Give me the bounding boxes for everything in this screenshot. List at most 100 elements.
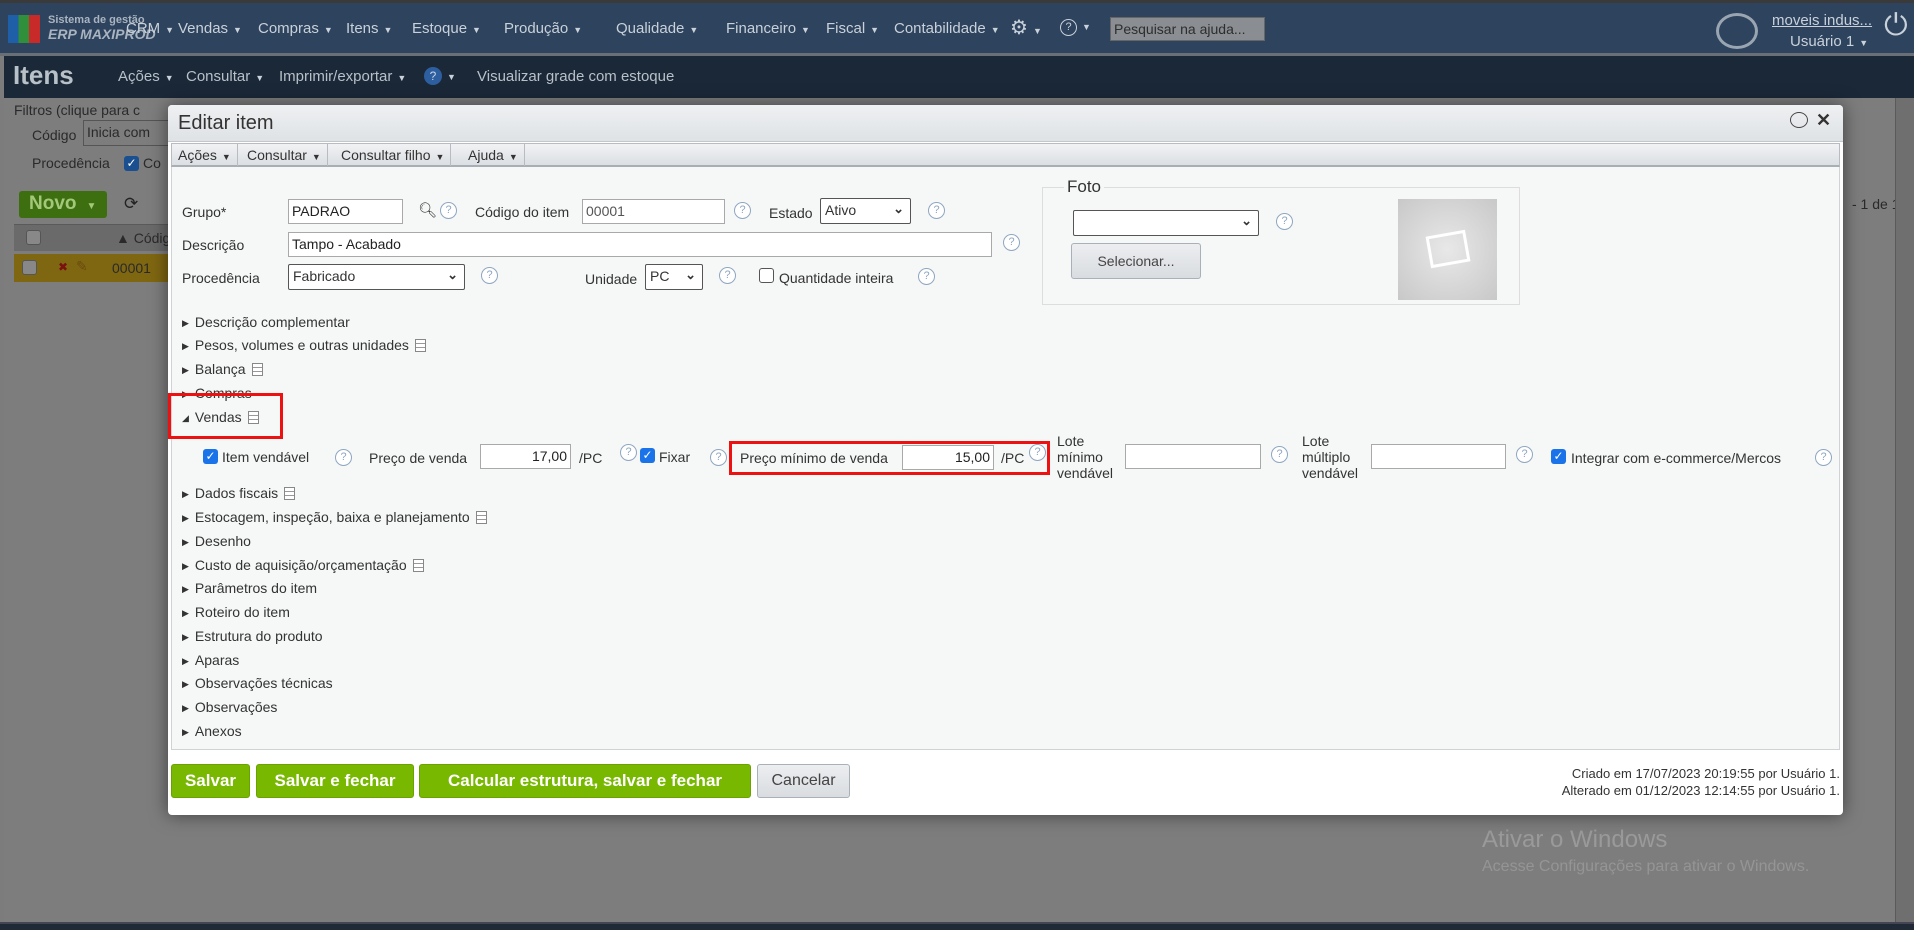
foto-select[interactable]: ⌄ [1073, 210, 1259, 236]
section-aparas[interactable]: ▶ Aparas [182, 652, 239, 668]
fixar-checkbox[interactable]: ✓ [640, 448, 655, 463]
section-parametros[interactable]: ▶ Parâmetros do item [182, 580, 317, 596]
cancel-button[interactable]: Cancelar [757, 764, 850, 798]
section-observacoes[interactable]: ▶ Observações [182, 699, 277, 715]
section-dados-fiscais[interactable]: ▶ Dados fiscais [182, 485, 296, 501]
section-observacoes-tecnicas[interactable]: ▶ Observações técnicas [182, 675, 333, 691]
qtd-inteira-checkbox[interactable] [759, 268, 774, 283]
page-menu-acoes[interactable]: Ações ▼ [118, 68, 174, 85]
help-icon[interactable]: ? [1276, 213, 1293, 230]
toolbar-consultar-filho[interactable]: Consultar filho ▼ [335, 144, 452, 166]
windows-watermark-title: Ativar o Windows [1482, 826, 1668, 853]
help-icon[interactable]: ? [719, 267, 736, 284]
calc-save-close-button[interactable]: Calcular estrutura, salvar e fechar [419, 764, 751, 798]
filter-proc-label: Procedência [32, 155, 110, 171]
help-search-input[interactable]: Pesquisar na ajuda... [1110, 17, 1265, 41]
help-icon[interactable]: ? [734, 202, 751, 219]
section-custo[interactable]: ▶ Custo de aquisição/orçamentação [182, 557, 424, 573]
save-close-button[interactable]: Salvar e fechar [256, 764, 414, 798]
toolbar-consultar[interactable]: Consultar ▼ [241, 144, 328, 166]
codigo-input[interactable]: 00001 [582, 199, 725, 224]
help-icon[interactable]: ? [1516, 446, 1533, 463]
menu-financeiro[interactable]: Financeiro ▼ [726, 20, 810, 37]
section-roteiro[interactable]: ▶ Roteiro do item [182, 604, 290, 620]
menu-compras[interactable]: Compras ▼ [258, 20, 333, 37]
power-icon[interactable]: ⏻ [1884, 9, 1908, 43]
filters-label[interactable]: Filtros (clique para c [14, 102, 140, 118]
company-link[interactable]: moveis indus... [1772, 12, 1872, 29]
delete-icon[interactable]: ✖ [58, 260, 68, 274]
section-estrutura[interactable]: ▶ Estrutura do produto [182, 628, 323, 644]
menu-producao[interactable]: Produção ▼ [504, 20, 582, 37]
item-vendavel-checkbox[interactable]: ✓ [203, 449, 218, 464]
menu-qualidade[interactable]: Qualidade ▼ [616, 20, 698, 37]
close-icon[interactable]: ✕ [1816, 110, 1831, 131]
preco-venda-input[interactable]: 17,00 [480, 444, 571, 469]
help-icon[interactable]: ? [928, 202, 945, 219]
photo-placeholder[interactable] [1398, 199, 1497, 300]
section-descricao-complementar[interactable]: ▶ Descrição complementar [182, 314, 350, 330]
page-menu-consultar[interactable]: Consultar ▼ [186, 68, 264, 85]
help-icon[interactable]: ? [620, 444, 637, 461]
section-desenho[interactable]: ▶ Desenho [182, 533, 251, 549]
filter-code-label: Código [32, 127, 77, 143]
toolbar-acoes[interactable]: Ações ▼ [172, 144, 238, 166]
section-pesos-volumes[interactable]: ▶ Pesos, volumes e outras unidades [182, 337, 426, 353]
section-vendas[interactable]: ◢ Vendas [182, 409, 259, 425]
descricao-label: Descrição [182, 237, 245, 253]
menu-itens[interactable]: Itens ▼ [346, 20, 392, 37]
help-icon[interactable]: ? [1029, 444, 1046, 461]
menu-crm[interactable]: CRM ▼ [126, 20, 174, 37]
help-icon[interactable]: ? [481, 267, 498, 284]
filter-proc-checkbox[interactable]: ✓ [124, 156, 139, 171]
help-icon[interactable]: ? [918, 268, 935, 285]
integrar-checkbox[interactable]: ✓ [1551, 449, 1566, 464]
menu-vendas[interactable]: Vendas ▼ [178, 20, 242, 37]
lote-minimo-input[interactable] [1125, 444, 1261, 469]
unidade-select[interactable]: PC ⌄ [645, 264, 703, 290]
edit-icon[interactable]: ✎ [76, 258, 88, 275]
preco-minimo-input[interactable]: 15,00 [902, 445, 994, 470]
procedencia-select[interactable]: Fabricado ⌄ [288, 264, 465, 290]
select-photo-button[interactable]: Selecionar... [1071, 243, 1201, 279]
page-menu-imprimir[interactable]: Imprimir/exportar ▼ [279, 68, 406, 85]
help-icon[interactable]: ? ▼ [1060, 17, 1091, 36]
select-all-checkbox[interactable] [26, 230, 41, 245]
section-anexos[interactable]: ▶ Anexos [182, 723, 242, 739]
help-icon[interactable]: ? [710, 449, 727, 466]
menu-fiscal[interactable]: Fiscal ▼ [826, 20, 879, 37]
help-icon[interactable]: ? [335, 449, 352, 466]
save-button[interactable]: Salvar [171, 764, 250, 798]
help-icon[interactable]: ? [440, 202, 457, 219]
row-checkbox[interactable] [22, 260, 37, 275]
column-code-header[interactable]: ▲ Códig [116, 230, 170, 246]
dialog-toolbar: Ações ▼ Consultar ▼ Consultar filho ▼ Ajuda… [171, 143, 1840, 167]
section-balanca[interactable]: ▶ Balança [182, 361, 263, 377]
gear-icon[interactable]: ⚙ ▼ [1010, 15, 1042, 40]
lote-multiplo-input[interactable] [1371, 444, 1506, 469]
document-icon [414, 339, 426, 352]
help-icon[interactable]: ? [1815, 449, 1832, 466]
help-icon[interactable]: ? ▼ [424, 67, 456, 85]
grupo-input[interactable]: PADRAO [288, 199, 403, 224]
user-menu[interactable]: Usuário 1 ▼ [1790, 33, 1868, 50]
comment-icon[interactable] [1790, 112, 1808, 128]
menu-estoque[interactable]: Estoque ▼ [412, 20, 481, 37]
menu-contabilidade[interactable]: Contabilidade ▼ [894, 20, 1000, 37]
help-icon[interactable]: ? [1271, 446, 1288, 463]
estado-select[interactable]: Ativo ⌄ [820, 198, 911, 224]
windows-watermark-text: Acesse Configurações para ativar o Windo… [1482, 858, 1810, 875]
filter-code-select[interactable]: Inicia com [83, 120, 173, 146]
refresh-icon[interactable]: ⟳ [124, 194, 138, 214]
toolbar-ajuda[interactable]: Ajuda ▼ [462, 144, 525, 166]
descricao-input[interactable]: Tampo - Acabado [288, 232, 992, 257]
help-icon[interactable]: ? [1003, 234, 1020, 251]
estado-label: Estado [769, 205, 813, 221]
procedencia-label: Procedência [182, 270, 260, 286]
page-scrollbar[interactable] [1895, 98, 1914, 922]
grid-stock-link[interactable]: Visualizar grade com estoque [477, 68, 674, 85]
search-icon[interactable]: 🔍︎ [418, 201, 437, 219]
new-button[interactable]: Novo ▼ [19, 191, 107, 218]
section-estocagem[interactable]: ▶ Estocagem, inspeção, baixa e planejamen… [182, 509, 487, 525]
chat-icon[interactable] [1716, 13, 1758, 49]
